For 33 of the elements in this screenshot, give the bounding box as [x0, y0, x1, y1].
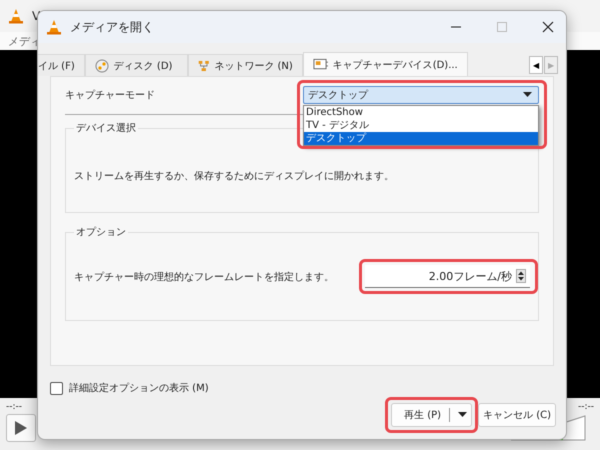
frame-rate-field[interactable]: 2.00フレーム/秒 — [365, 265, 530, 288]
dropdown-option[interactable]: DirectShow — [304, 106, 538, 119]
spinner-arrows-icon[interactable] — [516, 269, 526, 283]
capture-mode-label: キャプチャーモード — [65, 88, 155, 102]
dropdown-option[interactable]: TV - デジタル — [304, 119, 538, 132]
dialog-title: メディアを開く — [70, 18, 155, 36]
checkbox-label[interactable]: 詳細設定オプションの表示 (M) — [69, 381, 209, 395]
caret-icon — [523, 92, 532, 98]
tab[interactable]: キャプチャーデバイス(D)... — [302, 52, 468, 76]
traffic-cone-icon — [8, 8, 24, 24]
description-text: ストリームを再生するか、保存するためにディスプレイに開かれます。 — [74, 170, 395, 183]
network-icon — [198, 58, 210, 72]
caret-icon[interactable] — [458, 412, 468, 418]
checkbox[interactable] — [50, 382, 63, 394]
close-icon[interactable] — [542, 21, 554, 33]
capture-mode-dropdown[interactable]: デスクトップ — [303, 86, 539, 104]
elapsed-time: --:-- — [6, 402, 22, 412]
frame-rate-label: キャプチャー時の理想的なフレームレートを指定します。 — [74, 270, 334, 284]
tab[interactable]: ディスク (D) — [84, 54, 188, 76]
cancel-button[interactable]: キャンセル (C) — [478, 403, 556, 427]
tab[interactable]: ネットワーク (N) — [188, 54, 303, 76]
disc-icon — [94, 58, 109, 72]
tab[interactable]: イル (F) — [38, 54, 85, 76]
play-button[interactable] — [6, 414, 36, 442]
play-split-button[interactable]: 再生 (P) — [391, 403, 472, 427]
capture-card-icon — [312, 58, 328, 72]
tab-scroll-button[interactable]: ◀ — [529, 56, 543, 74]
traffic-cone-icon — [46, 19, 62, 35]
group-title: オプション — [75, 226, 127, 239]
play-icon — [14, 420, 28, 436]
group-title: デバイス選択 — [75, 122, 137, 135]
dropdown-option[interactable]: デスクトップ — [304, 132, 538, 145]
total-time: --:-- — [578, 402, 594, 412]
